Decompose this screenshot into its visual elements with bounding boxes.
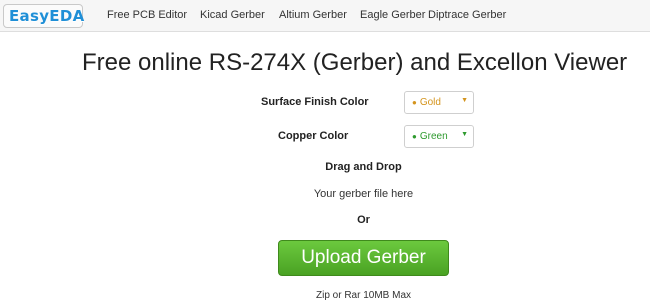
caret-down-icon: ▼ (461, 97, 468, 104)
logo-text: EasyEDA (9, 7, 85, 25)
caret-down-icon: ▼ (461, 131, 468, 138)
or-divider-text: Or (357, 214, 370, 226)
surface-finish-select[interactable]: ● Gold ▼ (404, 91, 474, 114)
upload-size-hint: Zip or Rar 10MB Max (315, 290, 412, 301)
color-dot-icon: ● (412, 98, 417, 107)
nav-kicad-gerber[interactable]: Kicad Gerber (200, 9, 265, 21)
color-dot-icon: ● (412, 132, 417, 141)
top-navbar: EasyEDA Free PCB Editor Kicad Gerber Alt… (0, 0, 650, 32)
page-title: Free online RS-274X (Gerber) and Excello… (82, 49, 628, 76)
nav-altium-gerber[interactable]: Altium Gerber (279, 9, 347, 21)
copper-color-select[interactable]: ● Green ▼ (404, 125, 474, 148)
nav-free-pcb-editor[interactable]: Free PCB Editor (107, 9, 187, 21)
drag-drop-subtitle: Your gerber file here (313, 188, 414, 200)
copper-color-value: Green (419, 131, 448, 142)
drag-drop-title: Drag and Drop (325, 161, 402, 173)
surface-finish-value: Gold (419, 97, 441, 108)
upload-gerber-button[interactable]: Upload Gerber (278, 240, 449, 276)
nav-diptrace-gerber[interactable]: Diptrace Gerber (428, 9, 506, 21)
surface-finish-label: Surface Finish Color (261, 96, 369, 108)
copper-color-label: Copper Color (278, 130, 349, 142)
easyeda-logo[interactable]: EasyEDA (3, 4, 85, 28)
nav-eagle-gerber[interactable]: Eagle Gerber (360, 9, 425, 21)
